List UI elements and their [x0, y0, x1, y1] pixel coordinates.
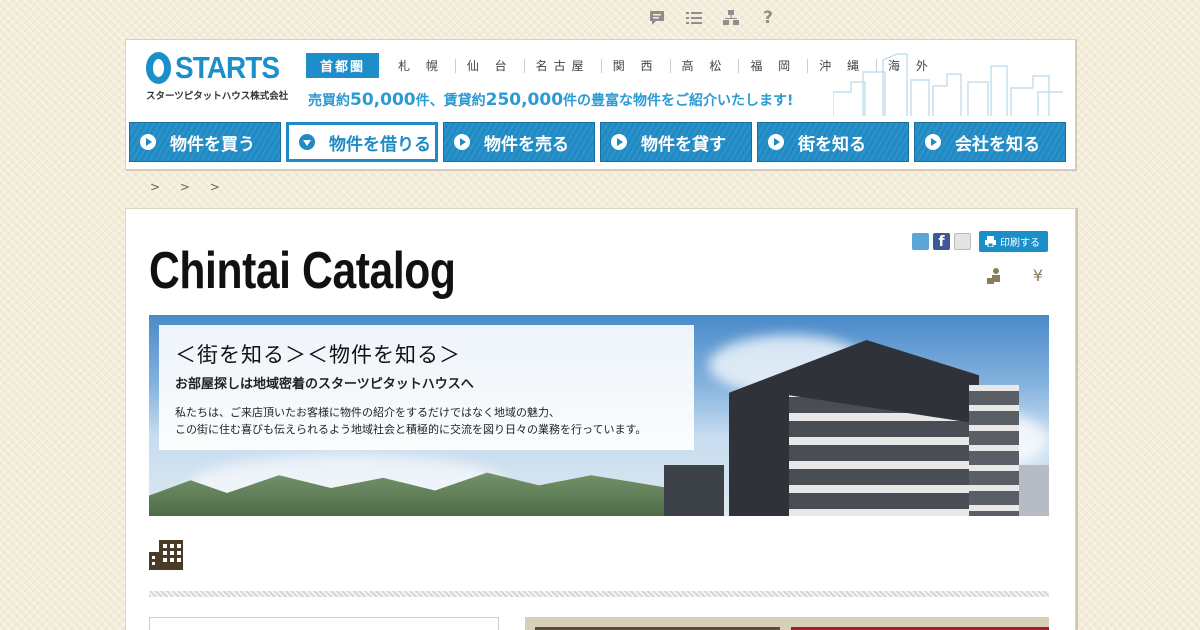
tagline-part: 件の豊富な物件をご紹介いたします! [563, 93, 794, 109]
list-icon[interactable] [685, 9, 703, 27]
content-panel: Chintai Catalog f 印刷する ¥ ＜街を知る＞＜物件を知る＞ お… [125, 208, 1076, 630]
person-desk-icon[interactable] [985, 267, 1003, 285]
arrow-circle-icon [611, 134, 627, 150]
arrow-circle-icon [454, 134, 470, 150]
logo-company-name: スターツピタットハウス株式会社 [146, 91, 289, 102]
sitemap-icon[interactable] [722, 9, 740, 27]
nav-label: 物件を貸す [641, 134, 726, 155]
nav-company[interactable]: 会社を知る [914, 122, 1066, 162]
help-icon[interactable]: ? [759, 9, 777, 27]
region-item[interactable]: 名古屋 [525, 58, 602, 73]
region-item[interactable]: 高 松 [671, 58, 740, 73]
site-header: STARTS スターツピタットハウス株式会社 首都圏 札 幌 仙 台 名古屋 関… [125, 39, 1076, 170]
nav-rent[interactable]: 物件を借りる [286, 122, 438, 162]
nav-lend[interactable]: 物件を貸す [600, 122, 752, 162]
nav-buy[interactable]: 物件を買う [129, 122, 281, 162]
banner-subheading: お部屋探しは地域密着のスターツピタットハウスへ [175, 377, 474, 392]
tagline-number: 50,000 [350, 90, 416, 110]
building-icon [149, 540, 183, 570]
small-building [664, 465, 724, 516]
printer-icon [985, 236, 996, 247]
arrow-circle-icon [140, 134, 156, 150]
apartment-side [969, 385, 1019, 516]
nav-label: 会社を知る [955, 134, 1040, 155]
region-item[interactable]: 福 岡 [739, 58, 809, 73]
twitter-icon[interactable] [912, 233, 929, 250]
tagline-part: 売買約 [308, 93, 350, 109]
logo-word: STARTS [175, 50, 280, 85]
nav-label: 街を知る [798, 134, 866, 155]
logo-mark: STARTS [146, 52, 291, 84]
skyline-illustration [833, 53, 1063, 116]
side-icons: ¥ [985, 267, 1047, 285]
region-item[interactable]: 関 西 [602, 58, 671, 73]
page-title: Chintai Catalog [149, 242, 456, 300]
region-item[interactable]: 札 幌 [387, 58, 456, 73]
arrow-circle-icon [768, 134, 784, 150]
far-building [1019, 465, 1049, 516]
print-button[interactable]: 印刷する [979, 231, 1048, 252]
nav-label: 物件を売る [484, 134, 569, 155]
banner-line: この街に住む喜びも伝えられるよう地域社会と積極的に交流を図り日々の業務を行ってい… [175, 423, 647, 436]
logo[interactable]: STARTS スターツピタットハウス株式会社 [146, 52, 291, 102]
mail-icon[interactable] [954, 233, 971, 250]
tagline-part: 件、賃貸約 [415, 93, 486, 109]
share-bar: f 印刷する [912, 231, 1048, 252]
tab-box [525, 617, 1049, 630]
nav-label: 物件を買う [170, 134, 255, 155]
banner-paragraph: 私たちは、ご来店頂いたお客様に物件の紹介をするだけではなく地域の魅力、 この街に… [175, 404, 678, 438]
yen-icon[interactable]: ¥ [1029, 267, 1047, 285]
region-item[interactable]: 仙 台 [456, 58, 525, 73]
search-box[interactable] [149, 617, 499, 630]
nav-sell[interactable]: 物件を売る [443, 122, 595, 162]
logo-ring-icon [146, 52, 172, 84]
facebook-icon[interactable]: f [933, 233, 950, 250]
arrow-down-circle-icon [299, 134, 315, 150]
nav-label: 物件を借りる [329, 134, 431, 155]
tagline-number: 250,000 [485, 90, 564, 110]
main-nav: 物件を買う 物件を借りる 物件を売る 物件を貸す 街を知る 会社を知る [129, 122, 1066, 162]
utility-bar: ? [648, 9, 777, 27]
comment-icon[interactable] [648, 9, 666, 27]
print-label: 印刷する [1000, 238, 1040, 249]
section-divider [149, 591, 1049, 597]
breadcrumb[interactable]: > > > [150, 180, 228, 194]
hero-banner: ＜街を知る＞＜物件を知る＞ お部屋探しは地域密着のスターツピタットハウスへ 私た… [149, 315, 1049, 516]
banner-textbox: ＜街を知る＞＜物件を知る＞ お部屋探しは地域密着のスターツピタットハウスへ 私た… [159, 325, 694, 450]
arrow-circle-icon [925, 134, 941, 150]
tagline: 売買約50,000件、賃貸約250,000件の豊富な物件をご紹介いたします! [308, 90, 793, 110]
region-main-button[interactable]: 首都圏 [306, 53, 380, 78]
banner-line: 私たちは、ご来店頂いたお客様に物件の紹介をするだけではなく地域の魅力、 [175, 406, 560, 419]
nav-town[interactable]: 街を知る [757, 122, 909, 162]
banner-heading: ＜街を知る＞＜物件を知る＞ [175, 343, 461, 367]
